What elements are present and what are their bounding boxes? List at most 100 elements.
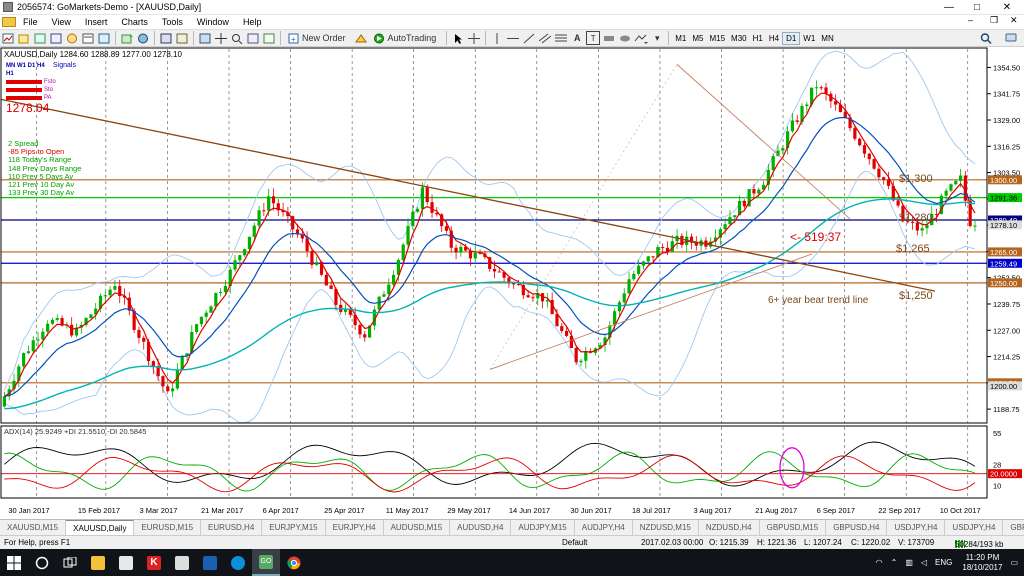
data-window-icon[interactable] xyxy=(49,31,63,45)
menu-insert[interactable]: Insert xyxy=(78,17,115,27)
layout-icon[interactable] xyxy=(159,31,173,45)
menu-file[interactable]: File xyxy=(16,17,45,27)
arrows-icon[interactable] xyxy=(634,31,649,45)
navigator-icon[interactable] xyxy=(65,31,79,45)
candle-body xyxy=(199,316,204,325)
price-tag-label: 1278.10 xyxy=(990,221,1017,230)
period-dropdown-icon[interactable]: ▾ xyxy=(650,31,664,45)
start-button[interactable] xyxy=(0,549,28,576)
autoscroll-icon[interactable] xyxy=(262,31,276,45)
tab-gbpjpy-m15[interactable]: GBPJPY,M15 xyxy=(1003,520,1024,535)
tab-eurjpy-m15[interactable]: EURJPY,M15 xyxy=(262,520,326,535)
tab-nzdusd-m15[interactable]: NZDUSD,M15 xyxy=(633,520,699,535)
cortana-search-icon[interactable] xyxy=(28,549,56,576)
task-view-icon[interactable] xyxy=(56,549,84,576)
tab-gbpusd-m15[interactable]: GBPUSD,M15 xyxy=(760,520,827,535)
templates-icon[interactable] xyxy=(136,31,150,45)
cursor-icon[interactable] xyxy=(451,31,465,45)
timeframe-m30[interactable]: M30 xyxy=(728,32,750,45)
tab-xauusd-m15[interactable]: XAUUSD,M15 xyxy=(0,520,67,535)
fibo-icon[interactable] xyxy=(554,31,568,45)
tab-audjpy-h4[interactable]: AUDJPY,H4 xyxy=(575,520,633,535)
tab-eurusd-m15[interactable]: EURUSD,M15 xyxy=(134,520,202,535)
timeframe-d1[interactable]: D1 xyxy=(782,31,801,45)
tab-xauusd-daily[interactable]: XAUUSD,Daily xyxy=(66,520,135,535)
terminal-icon[interactable] xyxy=(81,31,95,45)
text-label-icon[interactable]: T xyxy=(586,31,601,45)
autotrading-button[interactable]: AutoTrading xyxy=(370,31,443,45)
tab-usdjpy-h4-2[interactable]: USDJPY,H4 xyxy=(945,520,1004,535)
chrome-icon[interactable] xyxy=(280,549,308,576)
channel-icon[interactable] xyxy=(538,31,552,45)
chart-window[interactable]: 1354.501341.751329.001316.251303.501290.… xyxy=(0,47,1024,519)
horizontal-line-icon[interactable] xyxy=(506,31,520,45)
crosshair-tool-icon[interactable] xyxy=(467,31,481,45)
tab-gbpusd-h4[interactable]: GBPUSD,H4 xyxy=(826,520,888,535)
menu-window[interactable]: Window xyxy=(190,17,236,27)
menu-help[interactable]: Help xyxy=(236,17,269,27)
zoom-icon[interactable] xyxy=(230,31,244,45)
tab-eurjpy-h4[interactable]: EURJPY,H4 xyxy=(326,520,384,535)
status-bar: For Help, press F1 Default 2017.02.03 00… xyxy=(0,535,1024,549)
strategy-tester-icon[interactable] xyxy=(97,31,111,45)
menu-bar: File View Insert Charts Tools Window Hel… xyxy=(0,15,1024,29)
shapes-icon[interactable] xyxy=(602,31,616,45)
close-button[interactable]: ✕ xyxy=(992,0,1022,15)
mdi-restore-button[interactable]: ❐ xyxy=(990,15,998,26)
search-icon[interactable] xyxy=(979,31,993,45)
menu-tools[interactable]: Tools xyxy=(155,17,190,27)
new-chart-icon[interactable] xyxy=(1,31,15,45)
network-icon[interactable]: ▥ xyxy=(905,558,913,567)
candle-body xyxy=(194,324,199,332)
skype-icon[interactable] xyxy=(224,549,252,576)
timeframe-h4[interactable]: H4 xyxy=(766,32,782,45)
metaeditor-icon[interactable] xyxy=(354,31,368,45)
trendline-icon[interactable] xyxy=(522,31,536,45)
tab-eurusd-h4[interactable]: EURUSD,H4 xyxy=(201,520,263,535)
store-icon[interactable] xyxy=(112,549,140,576)
file-explorer-icon[interactable] xyxy=(84,549,112,576)
chart-canvas[interactable]: 1354.501341.751329.001316.251303.501290.… xyxy=(0,47,1024,519)
add-chart-icon[interactable]: + xyxy=(120,31,134,45)
ellipse-icon[interactable] xyxy=(618,31,632,45)
clock[interactable]: 11:20 PM 18/10/2017 xyxy=(962,553,1002,573)
tab-nzdusd-h4[interactable]: NZDUSD,H4 xyxy=(699,520,760,535)
timeframe-m1[interactable]: M1 xyxy=(672,32,689,45)
timeframe-mn[interactable]: MN xyxy=(818,32,836,45)
notifications-icon[interactable]: ▭ xyxy=(1010,558,1018,567)
windows-icon[interactable] xyxy=(175,31,189,45)
volume-icon[interactable]: ◁ xyxy=(921,558,927,567)
maximize-button[interactable]: □ xyxy=(962,0,992,15)
mdi-close-button[interactable]: ✕ xyxy=(1010,15,1018,26)
shield-icon[interactable] xyxy=(196,549,224,576)
candle-body xyxy=(661,247,665,249)
timeframe-h1[interactable]: H1 xyxy=(750,32,766,45)
timeframe-m5[interactable]: M5 xyxy=(689,32,706,45)
tab-audjpy-m15[interactable]: AUDJPY,M15 xyxy=(511,520,575,535)
chart-properties-icon[interactable] xyxy=(198,31,212,45)
y-tick-label: 1341.75 xyxy=(993,90,1020,99)
crosshair-icon[interactable] xyxy=(214,31,228,45)
menu-view[interactable]: View xyxy=(45,17,78,27)
timeframe-m15[interactable]: M15 xyxy=(706,32,728,45)
new-order-button[interactable]: + New Order xyxy=(285,31,352,45)
text-tool-icon[interactable]: A xyxy=(570,31,584,45)
mdi-minimize-button[interactable]: – xyxy=(968,15,973,25)
timeframe-w1[interactable]: W1 xyxy=(800,32,818,45)
vertical-line-icon[interactable] xyxy=(490,31,504,45)
market-watch-icon[interactable] xyxy=(33,31,47,45)
metatrader-taskbar-icon[interactable]: GO xyxy=(252,549,280,576)
chat-icon[interactable] xyxy=(1004,31,1018,45)
profiles-icon[interactable] xyxy=(17,31,31,45)
language-indicator[interactable]: ENG xyxy=(935,558,952,567)
menu-charts[interactable]: Charts xyxy=(114,17,155,27)
scroll-icon[interactable] xyxy=(246,31,260,45)
tray-chevron-icon[interactable]: ⌃ xyxy=(891,558,898,567)
calculator-icon[interactable] xyxy=(168,549,196,576)
minimize-button[interactable]: — xyxy=(934,0,964,15)
tab-audusd-h4[interactable]: AUDUSD,H4 xyxy=(450,520,512,535)
tab-usdjpy-h4[interactable]: USDJPY,H4 xyxy=(887,520,946,535)
k-app-icon[interactable]: K xyxy=(140,549,168,576)
tab-audusd-m15[interactable]: AUDUSD,M15 xyxy=(384,520,451,535)
people-icon[interactable]: ◠ xyxy=(876,558,883,567)
